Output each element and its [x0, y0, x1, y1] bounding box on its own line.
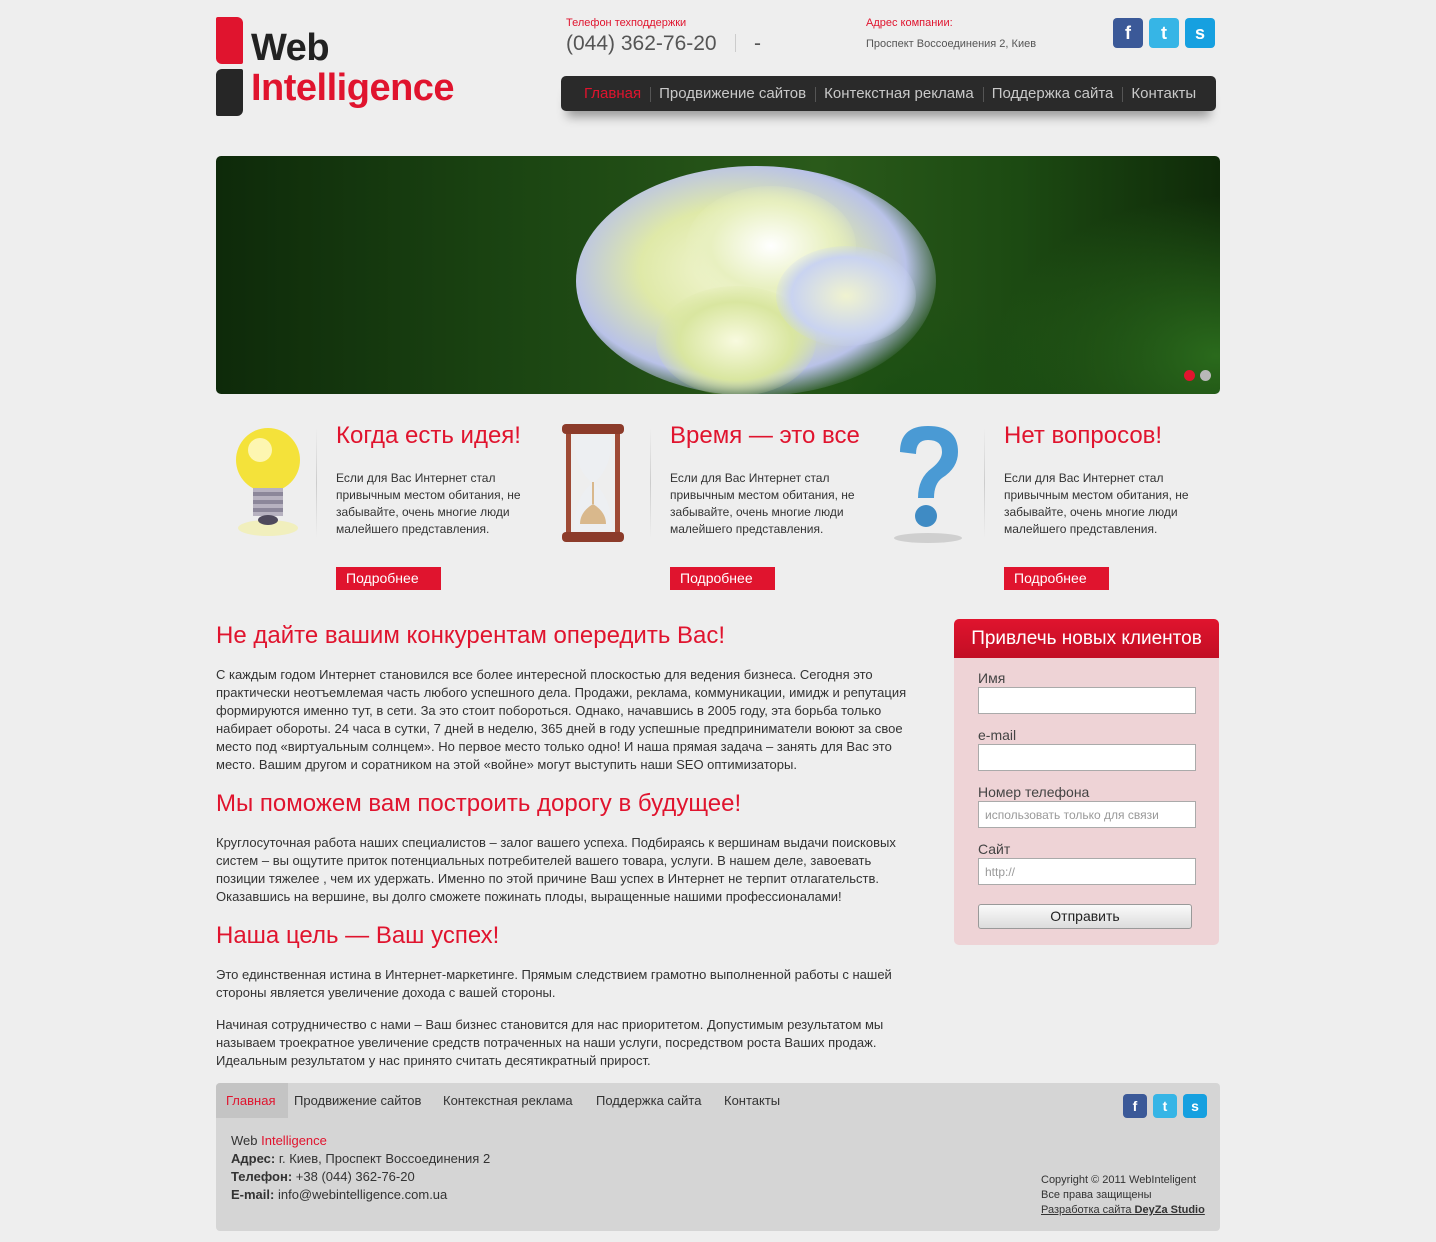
- slider-dot-1[interactable]: [1184, 370, 1195, 381]
- feature-title: Когда есть идея!: [336, 422, 521, 449]
- footer-phone-value: +38 (044) 362-76-20: [295, 1169, 415, 1184]
- support-phone-number: (044) 362-76-20: [566, 32, 717, 55]
- rights-reserved: Все права защищены: [1041, 1189, 1152, 1201]
- question-mark-icon: [886, 420, 976, 550]
- feature-text: Если для Вас Интернет стал привычным мес…: [1004, 471, 1189, 536]
- section-heading: Не дайте вашим конкурентам опередить Вас…: [216, 622, 726, 649]
- footer-email-value[interactable]: info@webintelligence.com.ua: [278, 1187, 447, 1202]
- feature-more-button[interactable]: Подробнее: [336, 567, 441, 590]
- twitter-icon[interactable]: t: [1149, 18, 1179, 48]
- support-phone-label: Телефон техподдержки: [566, 17, 687, 29]
- phone-separator: [735, 34, 736, 52]
- feature-text: Если для Вас Интернет стал привычным мес…: [670, 471, 855, 536]
- hourglass-icon: [556, 420, 636, 550]
- site-label: Сайт: [978, 841, 1011, 857]
- logo-mark: [216, 17, 243, 116]
- feature-more-button[interactable]: Подробнее: [1004, 567, 1109, 590]
- facebook-icon[interactable]: f: [1113, 18, 1143, 48]
- footer-address: Адрес: г. Киев, Проспект Воссоединения 2: [231, 1151, 490, 1166]
- phone-field[interactable]: использовать только для связи: [978, 801, 1196, 828]
- footer-brand-web: Web: [231, 1133, 258, 1148]
- feature-divider: [650, 428, 651, 538]
- support-phone-extra: -: [754, 32, 761, 55]
- footer-email-label: E-mail:: [231, 1187, 275, 1202]
- footer-nav-context-ads[interactable]: Контекстная реклама: [443, 1093, 573, 1108]
- feature-divider: [984, 428, 985, 538]
- footer-address-label: Адрес:: [231, 1151, 276, 1166]
- copyright: Copyright © 2011 WebInteligent: [1041, 1174, 1197, 1186]
- footer-nav-home[interactable]: Главная: [226, 1093, 275, 1108]
- logo-word-web[interactable]: Web: [251, 27, 330, 70]
- section-heading: Мы поможем вам построить дорогу в будуще…: [216, 790, 742, 817]
- nav-item-home[interactable]: Главная: [575, 85, 650, 102]
- facebook-icon[interactable]: f: [1123, 1094, 1147, 1118]
- email-label: e-mail: [978, 727, 1017, 743]
- submit-button[interactable]: Отправить: [978, 904, 1192, 929]
- developer-link-text: Разработка сайта: [1041, 1204, 1132, 1216]
- phone-label: Номер телефона: [978, 784, 1090, 800]
- feature-text: Если для Вас Интернет стал привычным мес…: [336, 471, 521, 536]
- lead-form: [954, 619, 1219, 945]
- footer-nav-support[interactable]: Поддержка сайта: [596, 1093, 701, 1108]
- nav-item-context-ads[interactable]: Контекстная реклама: [815, 85, 983, 102]
- main-nav: Главная Продвижение сайтов Контекстная р…: [561, 76, 1216, 111]
- footer-address-value: г. Киев, Проспект Воссоединения 2: [278, 1151, 491, 1166]
- email-field[interactable]: [978, 744, 1196, 771]
- name-label: Имя: [978, 670, 1006, 686]
- footer-nav-contacts[interactable]: Контакты: [724, 1093, 780, 1108]
- section-paragraph: Начиная сотрудничество с нами – Ваш бизн…: [216, 1017, 884, 1068]
- nav-item-contacts[interactable]: Контакты: [1122, 85, 1205, 102]
- nav-item-seo[interactable]: Продвижение сайтов: [650, 85, 815, 102]
- lightbulb-icon: [220, 420, 310, 550]
- developer-link[interactable]: Разработка сайта DeyZa Studio: [1041, 1204, 1205, 1216]
- section-paragraph: С каждым годом Интернет становился все б…: [216, 667, 907, 772]
- feature-more-button[interactable]: Подробнее: [670, 567, 775, 590]
- footer-nav-seo[interactable]: Продвижение сайтов: [294, 1093, 421, 1108]
- section-heading: Наша цель — Ваш успех!: [216, 922, 500, 949]
- site-field[interactable]: http://: [978, 858, 1196, 885]
- name-field[interactable]: [978, 687, 1196, 714]
- twitter-icon[interactable]: t: [1153, 1094, 1177, 1118]
- skype-icon[interactable]: s: [1185, 18, 1215, 48]
- nav-item-support[interactable]: Поддержка сайта: [982, 85, 1123, 102]
- footer-phone-label: Телефон:: [231, 1169, 293, 1184]
- footer-brand-intelligence: Intelligence: [261, 1133, 327, 1148]
- slider-dot-2[interactable]: [1200, 370, 1211, 381]
- section-paragraph: Это единственная истина в Интернет-марке…: [216, 967, 892, 1000]
- company-address-label: Адрес компании:: [866, 17, 953, 29]
- logo-word-intelligence[interactable]: Intelligence: [251, 67, 455, 110]
- feature-title: Нет вопросов!: [1004, 422, 1163, 449]
- company-address-value: Проспект Воссоединения 2, Киев: [866, 38, 1037, 50]
- developer-link-name: DeyZa Studio: [1134, 1204, 1205, 1216]
- section-paragraph: Круглосуточная работа наших специалистов…: [216, 835, 896, 904]
- feature-title: Время — это все: [670, 422, 860, 449]
- feature-divider: [316, 428, 317, 538]
- skype-icon[interactable]: s: [1183, 1094, 1207, 1118]
- footer-email: E-mail: info@webintelligence.com.ua: [231, 1187, 447, 1202]
- footer-brand: Web Intelligence: [231, 1133, 327, 1148]
- lead-form-title: Привлечь новых клиентов: [954, 619, 1219, 658]
- footer-phone: Телефон: +38 (044) 362-76-20: [231, 1169, 415, 1184]
- hero-slider-image: [216, 156, 1220, 394]
